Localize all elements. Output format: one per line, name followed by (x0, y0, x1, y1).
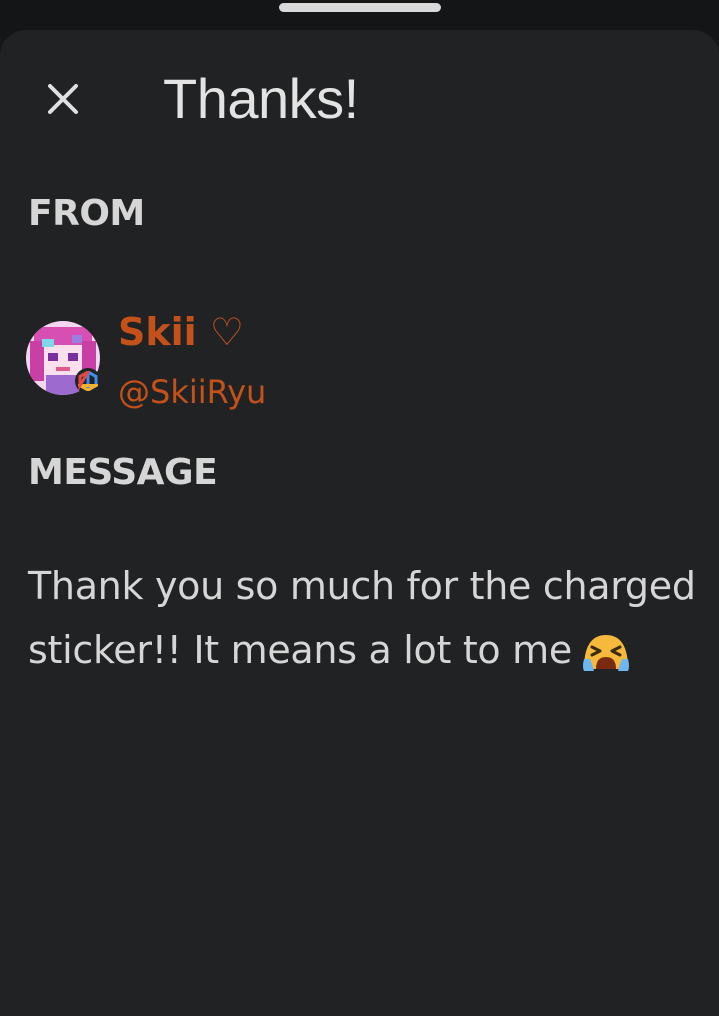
close-button[interactable] (38, 74, 88, 124)
page-title: Thanks! (163, 67, 359, 130)
close-icon (48, 84, 78, 114)
hexagon-badge-icon (75, 368, 101, 394)
message-label: MESSAGE (28, 452, 218, 493)
from-label: FROM (28, 193, 145, 234)
message-body: Thank you so much for the charged sticke… (28, 554, 698, 692)
sender-display-name[interactable]: Skii ♡ (118, 306, 244, 358)
drag-handle[interactable] (279, 3, 441, 12)
crying-face-emoji-icon (580, 628, 632, 692)
thanks-sheet: Thanks! FROM Skii ♡ @SkiiRyu MESSAGE Tha… (0, 30, 719, 1016)
sender-row: Skii ♡ @SkiiRyu (26, 282, 666, 412)
sender-handle[interactable]: @SkiiRyu (118, 368, 266, 416)
